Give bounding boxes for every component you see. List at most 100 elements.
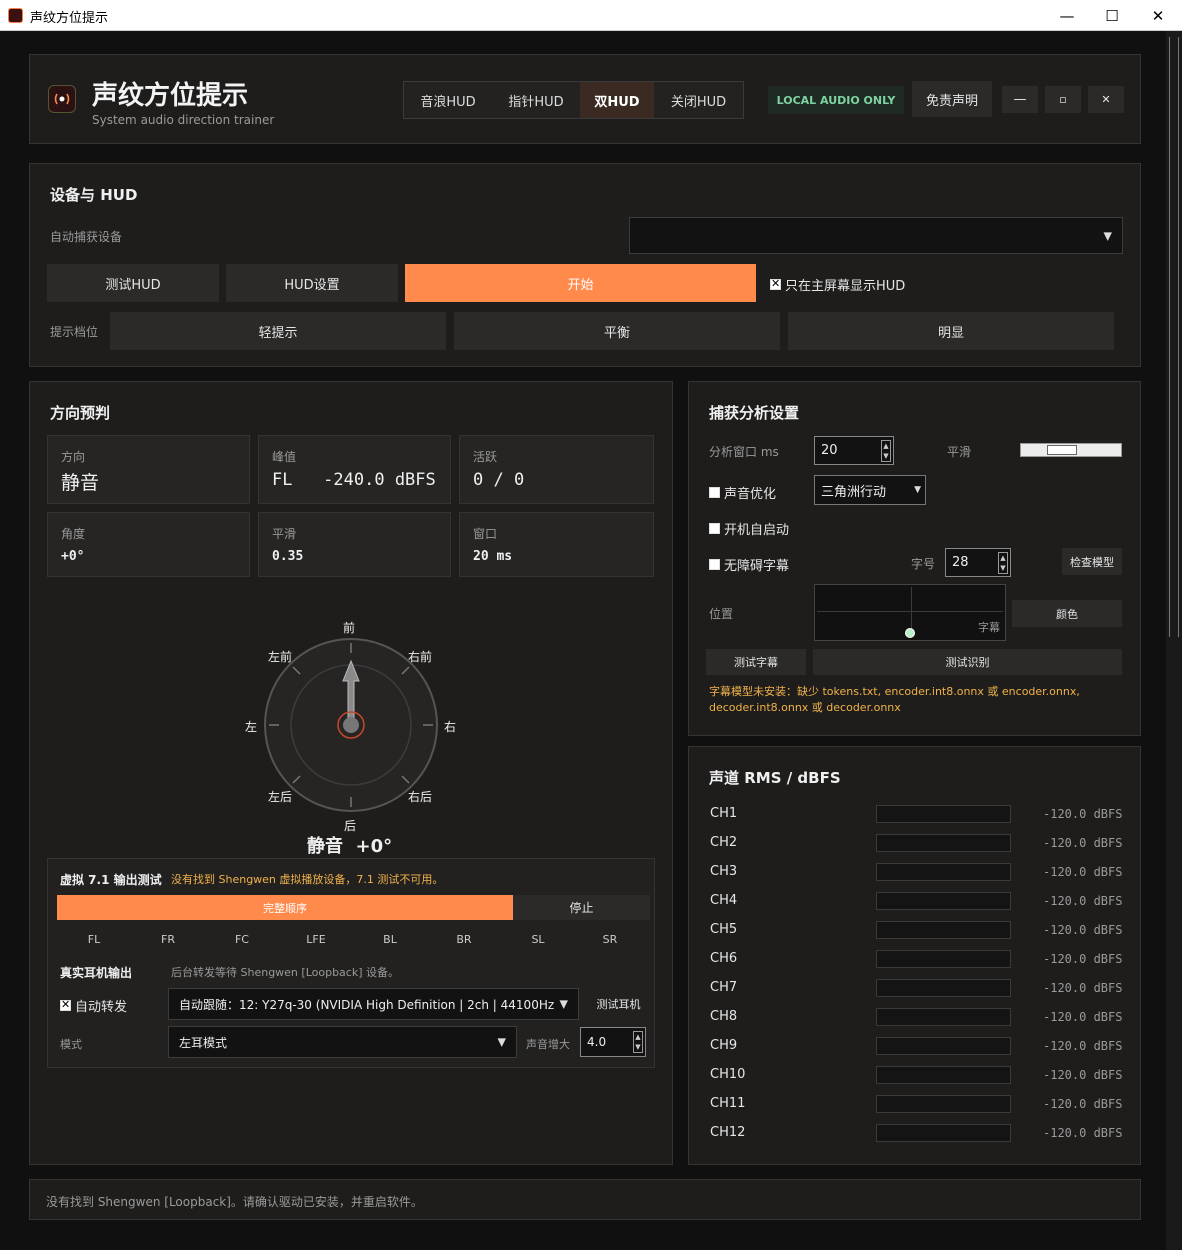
window-titlebar: 声纹方位提示 — ☐ ✕ — [0, 0, 1182, 31]
sound-optimization-checkbox[interactable]: 声音优化 — [709, 483, 776, 502]
hint-level-label: 提示档位 — [50, 325, 99, 339]
color-button[interactable]: 颜色 — [1012, 600, 1122, 627]
stop-button[interactable]: 停止 — [513, 895, 650, 920]
rms-channel-row: CH1 -120.0 dBFS — [689, 805, 1142, 827]
speaker-bl-button[interactable]: BL — [356, 927, 424, 951]
level-obvious-button[interactable]: 明显 — [788, 312, 1114, 350]
analysis-window-label: 分析窗口 ms — [709, 445, 779, 459]
status-bar: 没有找到 Shengwen [Loopback]。请确认驱动已安装，并重启软件。 — [29, 1179, 1141, 1220]
subtitle-position-picker[interactable]: 字幕 — [814, 584, 1006, 641]
device-hud-panel: 设备与 HUD 自动捕获设备 ▼ 测试HUD HUD设置 开始 只在主屏幕显示H… — [29, 163, 1141, 367]
start-button[interactable]: 开始 — [405, 264, 756, 302]
real-output-title: 真实耳机输出 — [60, 966, 133, 980]
direction-panel: 方向预判 方向 静音 峰值 FL -240.0 dBFS 活跃 0 / 0 角度… — [29, 381, 673, 1165]
tab-pointer-hud[interactable]: 指针HUD — [492, 82, 580, 118]
compass-back-right: 右后 — [408, 790, 433, 804]
rms-channel-name: CH9 — [710, 1038, 738, 1053]
speaker-lfe-button[interactable]: LFE — [282, 927, 350, 951]
full-order-button[interactable]: 完整顺序 — [57, 895, 513, 920]
rms-channel-name: CH4 — [710, 893, 738, 908]
game-preset-value: 三角洲行动 — [821, 484, 887, 500]
test-recognize-button[interactable]: 测试识别 — [813, 649, 1122, 675]
rms-level-meter — [876, 950, 1011, 968]
font-size-input[interactable]: 28 ▲ ▼ — [945, 548, 1011, 577]
close-button[interactable]: ✕ — [1088, 86, 1124, 113]
game-preset-select[interactable]: 三角洲行动 ▼ — [814, 475, 926, 505]
compass-right: 右 — [444, 720, 457, 734]
rms-channel-row: CH12 -120.0 dBFS — [689, 1124, 1142, 1146]
compass-left: 左 — [245, 720, 258, 734]
level-light-button[interactable]: 轻提示 — [110, 312, 446, 350]
mode-select[interactable]: 左耳模式 ▼ — [168, 1026, 517, 1058]
headphone-device-select[interactable]: 自动跟随：12: Y27q-30 (NVIDIA High Definition… — [168, 988, 579, 1020]
mode-value: 左耳模式 — [179, 1035, 228, 1050]
analysis-window-value: 20 — [821, 443, 838, 458]
rms-channel-db: -120.0 dBFS — [1043, 952, 1123, 966]
direction-card: 方向 静音 — [47, 435, 250, 504]
rms-channel-db: -120.0 dBFS — [1043, 1068, 1123, 1082]
tab-wave-hud[interactable]: 音浪HUD — [404, 82, 492, 118]
peak-card: 峰值 FL -240.0 dBFS — [258, 435, 451, 504]
rms-channel-row: CH10 -120.0 dBFS — [689, 1066, 1142, 1088]
capture-section-title: 捕获分析设置 — [709, 404, 800, 422]
window-minimize-button[interactable]: — — [1044, 0, 1090, 31]
tab-off-hud[interactable]: 关闭HUD — [654, 82, 743, 118]
rms-channel-db: -120.0 dBFS — [1043, 1010, 1123, 1024]
check-model-button[interactable]: 检查模型 — [1062, 548, 1122, 575]
spinner-arrows-icon[interactable]: ▲ ▼ — [633, 1031, 643, 1053]
speaker-sr-button[interactable]: SR — [576, 927, 644, 951]
auto-forward-checkbox[interactable]: 自动转发 — [60, 996, 127, 1015]
auto-capture-label: 自动捕获设备 — [50, 230, 123, 244]
scrollbar-track — [1169, 37, 1179, 637]
rms-channel-row: CH9 -120.0 dBFS — [689, 1037, 1142, 1059]
rms-channel-row: CH11 -120.0 dBFS — [689, 1095, 1142, 1117]
speaker-fc-button[interactable]: FC — [208, 927, 276, 951]
test-hud-button[interactable]: 测试HUD — [47, 264, 219, 302]
tab-dual-hud[interactable]: 双HUD — [580, 82, 654, 118]
capture-device-select[interactable]: ▼ — [629, 217, 1123, 254]
disclaimer-button[interactable]: 免责声明 — [912, 81, 992, 117]
vertical-scrollbar[interactable] — [1166, 31, 1182, 1250]
speaker-fr-button[interactable]: FR — [134, 927, 202, 951]
minimize-button[interactable]: — — [1002, 86, 1038, 113]
slider-handle[interactable] — [1047, 445, 1077, 455]
direction-section-title: 方向预判 — [50, 404, 111, 422]
subtitle-position-tag: 字幕 — [978, 621, 1000, 634]
position-marker[interactable] — [905, 628, 915, 638]
subtitles-checkbox[interactable]: 无障碍字幕 — [709, 555, 789, 574]
rms-channel-db: -120.0 dBFS — [1043, 1039, 1123, 1053]
app-subtitle: System audio direction trainer — [92, 113, 275, 127]
model-warning-line-1: 字幕模型未安装：缺少 tokens.txt, encoder.int8.onnx… — [709, 685, 1080, 698]
boost-input[interactable]: 4.0 ▲ ▼ — [580, 1027, 646, 1057]
mode-label: 模式 — [60, 1038, 82, 1051]
speaker-sl-button[interactable]: SL — [504, 927, 572, 951]
app-logo-icon — [48, 85, 76, 113]
main-screen-only-checkbox[interactable]: 只在主屏幕显示HUD — [770, 275, 905, 294]
autostart-checkbox[interactable]: 开机自启动 — [709, 519, 789, 538]
maximize-button[interactable]: ▫ — [1045, 86, 1081, 113]
boost-label: 声音增大 — [526, 1038, 570, 1051]
window-close-button[interactable]: ✕ — [1135, 0, 1181, 31]
direction-card-value: 静音 — [61, 472, 100, 494]
speaker-br-button[interactable]: BR — [430, 927, 498, 951]
chevron-down-icon: ▼ — [497, 1035, 506, 1049]
analysis-window-input[interactable]: 20 ▲ ▼ — [814, 436, 894, 465]
rms-level-meter — [876, 1095, 1011, 1113]
spinner-arrows-icon[interactable]: ▲ ▼ — [881, 440, 891, 462]
rms-channel-row: CH6 -120.0 dBFS — [689, 950, 1142, 972]
local-audio-badge: LOCAL AUDIO ONLY — [768, 86, 904, 114]
level-balanced-button[interactable]: 平衡 — [454, 312, 780, 350]
rms-channel-row: CH8 -120.0 dBFS — [689, 1008, 1142, 1030]
smooth-slider[interactable] — [1020, 443, 1122, 457]
chevron-down-icon: ▼ — [555, 997, 568, 1011]
window-maximize-button[interactable]: ☐ — [1089, 0, 1135, 31]
rms-level-meter — [876, 979, 1011, 997]
hud-settings-button[interactable]: HUD设置 — [226, 264, 398, 302]
spinner-arrows-icon[interactable]: ▲ ▼ — [998, 552, 1008, 574]
test-headphone-button[interactable]: 测试耳机 — [586, 990, 651, 1018]
smooth-card-value: 0.35 — [272, 549, 304, 564]
sound-optimization-label: 声音优化 — [724, 487, 777, 502]
speaker-fl-button[interactable]: FL — [60, 927, 128, 951]
test-subtitle-button[interactable]: 测试字幕 — [706, 649, 806, 675]
compass-front-left: 左前 — [268, 650, 293, 664]
